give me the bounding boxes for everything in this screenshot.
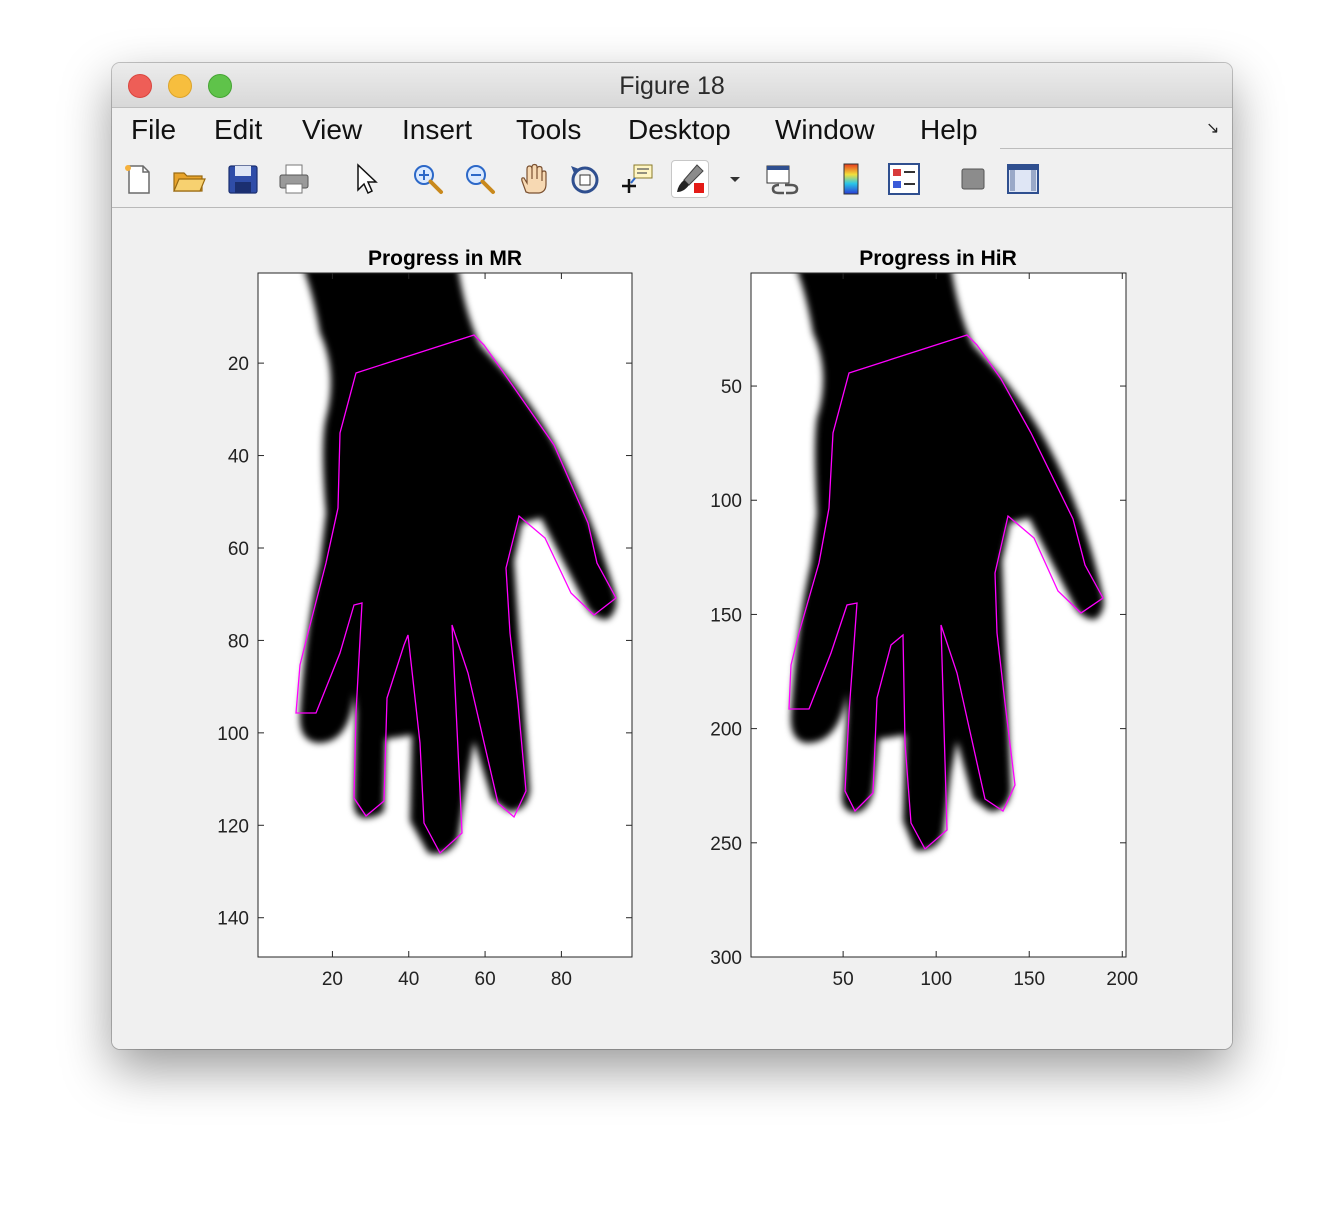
figure-canvas[interactable]: 20 40 60 80 20 40 60 80 100 120 140 Progress in MR… xyxy=(112,208,1232,1049)
edit-plot-arrow-icon[interactable] xyxy=(348,161,384,197)
title-bar[interactable]: Figure 18 xyxy=(112,63,1232,108)
menu-help[interactable]: Help xyxy=(920,114,978,146)
hir-ytick-label-5: 300 xyxy=(710,948,742,969)
mr-ytick-label-3: 80 xyxy=(228,631,249,652)
menu-desktop[interactable]: Desktop xyxy=(628,114,731,146)
pan-hand-icon[interactable] xyxy=(515,161,551,197)
show-plot-tools-icon[interactable] xyxy=(1005,161,1041,197)
hir-xtick-label-0: 50 xyxy=(833,969,854,990)
legend-icon[interactable] xyxy=(886,161,922,197)
new-figure-icon[interactable] xyxy=(120,161,156,197)
open-file-icon[interactable] xyxy=(171,161,207,197)
save-icon[interactable] xyxy=(225,161,261,197)
mr-xtick-label-0: 20 xyxy=(322,969,343,990)
mr-xtick-label-2: 60 xyxy=(475,969,496,990)
mr-ytick-label-1: 40 xyxy=(228,447,249,468)
zoom-out-icon[interactable] xyxy=(462,161,498,197)
colorbar-icon[interactable] xyxy=(834,161,870,197)
menu-tools[interactable]: Tools xyxy=(516,114,581,146)
hir-ytick-label-0: 50 xyxy=(721,377,742,398)
zoom-in-icon[interactable] xyxy=(410,161,446,197)
hir-xtick-label-3: 200 xyxy=(1106,969,1138,990)
menu-window[interactable]: Window xyxy=(775,114,875,146)
axes-mr-image-area xyxy=(258,273,632,957)
mr-ytick-label-2: 60 xyxy=(228,539,249,560)
hir-xtick-label-1: 100 xyxy=(920,969,952,990)
axes-mr-title: Progress in MR xyxy=(368,247,522,270)
mr-ytick-label-0: 20 xyxy=(228,354,249,375)
axes-hir-title: Progress in HiR xyxy=(859,247,1017,270)
menu-bar: File Edit View Insert Tools Desktop Wind… xyxy=(112,108,1232,150)
axes-mr[interactable]: 20 40 60 80 20 40 60 80 100 120 140 Progress in MR xyxy=(217,247,633,990)
menu-view[interactable]: View xyxy=(302,114,362,146)
menu-edit[interactable]: Edit xyxy=(214,114,262,146)
brush-icon[interactable] xyxy=(671,160,709,198)
menu-file[interactable]: File xyxy=(131,114,176,146)
axes-hir-image-area xyxy=(751,273,1126,957)
brush-dropdown-icon[interactable] xyxy=(717,161,740,197)
figure-window: Figure 18 File Edit View Insert Tools De… xyxy=(112,63,1232,1049)
dock-figure-icon[interactable]: ↘ xyxy=(1206,118,1219,138)
plots-svg: 20 40 60 80 20 40 60 80 100 120 140 Progress in MR… xyxy=(217,247,1138,990)
print-icon[interactable] xyxy=(276,161,312,197)
hir-ytick-label-3: 200 xyxy=(710,720,742,741)
menubar-divider xyxy=(1000,148,1232,149)
mr-xtick-label-1: 40 xyxy=(398,969,419,990)
rotate-3d-icon[interactable] xyxy=(567,161,603,197)
hir-ytick-label-1: 100 xyxy=(710,491,742,512)
data-cursor-icon[interactable] xyxy=(619,161,655,197)
mr-xtick-label-3: 80 xyxy=(551,969,572,990)
menu-insert[interactable]: Insert xyxy=(402,114,472,146)
hir-ytick-label-2: 150 xyxy=(710,605,742,626)
mr-ytick-label-4: 100 xyxy=(217,724,249,745)
window-title: Figure 18 xyxy=(619,72,725,100)
hir-xtick-label-2: 150 xyxy=(1013,969,1045,990)
mr-ytick-label-6: 140 xyxy=(217,909,249,930)
hide-plot-tools-icon[interactable] xyxy=(955,161,991,197)
mr-ytick-label-5: 120 xyxy=(217,816,249,837)
link-plot-icon[interactable] xyxy=(764,161,800,197)
hir-ytick-label-4: 250 xyxy=(710,834,742,855)
figure-toolbar xyxy=(112,151,1232,208)
axes-hir[interactable]: 50 100 150 200 50 100 150 200 250 300 Progress in… xyxy=(710,247,1138,990)
